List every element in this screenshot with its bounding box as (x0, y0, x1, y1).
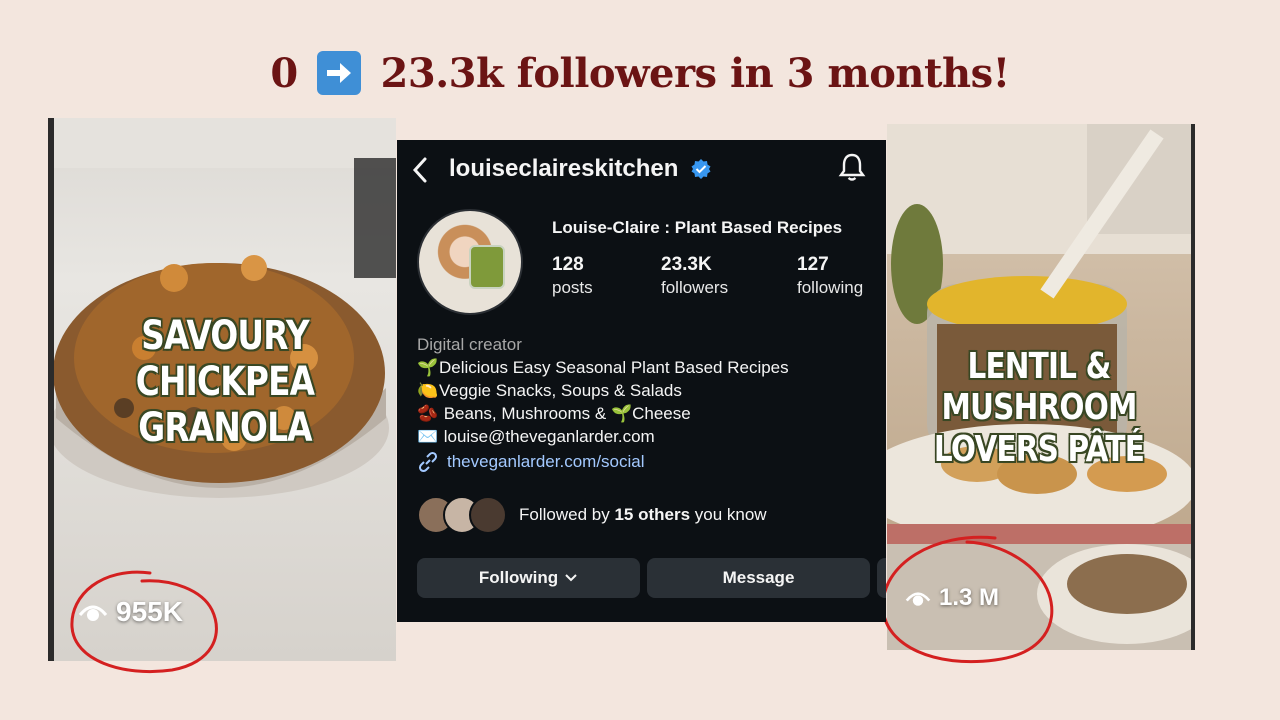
profile-handle: louiseclaireskitchen (449, 155, 679, 182)
verified-badge-icon (691, 159, 711, 179)
left-card-views: 955K (78, 596, 183, 628)
avatar (469, 496, 507, 534)
link-icon (418, 451, 438, 473)
profile-header: louiseclaireskitchen (397, 152, 886, 186)
beans-icon: 🫘 (417, 404, 439, 423)
following-button[interactable]: Following (417, 558, 640, 598)
bio-line: ✉️ louise@theveganlarder.com (417, 425, 789, 448)
stat-followers-label: followers (661, 278, 729, 297)
stat-followers-value: 23.3K (661, 254, 712, 275)
back-chevron-icon[interactable] (411, 156, 429, 184)
bio-email[interactable]: louise@theveganlarder.com (439, 427, 655, 446)
message-button-label: Message (722, 568, 795, 587)
followed-by-count: 15 others (614, 505, 691, 524)
left-card-title: SAVOURY CHICKPEA GRANOLA (85, 313, 365, 451)
bio-line-text: Veggie Snacks, Soups & Salads (439, 381, 682, 400)
right-card-title-line2: LOVERS PÂTÉ (933, 428, 1145, 470)
profile-link[interactable]: theveganlarder.com/social (417, 451, 645, 473)
mutual-follower-avatars (417, 496, 507, 534)
followed-by-text: Followed by 15 others you know (519, 505, 767, 525)
headline-prefix: 0 (270, 50, 298, 97)
envelope-icon: ✉️ (417, 427, 439, 446)
right-arrow-icon (317, 51, 362, 95)
left-card-title-line2: CHICKPEA GRANOLA (135, 359, 315, 451)
add-person-button[interactable] (877, 558, 886, 598)
right-card-title: LENTIL & MUSHROOM LOVERS PÂTÉ (914, 346, 1163, 470)
bell-icon[interactable] (838, 152, 866, 182)
following-button-label: Following (478, 568, 559, 587)
profile-avatar[interactable] (417, 209, 523, 315)
eye-icon (78, 605, 108, 621)
right-card-view-count: 1.3 M (939, 584, 1000, 611)
bio-line: 🍋Veggie Snacks, Soups & Salads (417, 379, 789, 402)
left-card-title-line1: SAVOURY (141, 313, 309, 359)
stat-following[interactable]: 127 following (797, 254, 863, 298)
followed-by-prefix: Followed by (519, 505, 615, 524)
headline: 0 23.3k followers in 3 months! (0, 50, 1280, 97)
bio-line-text: Delicious Easy Seasonal Plant Based Reci… (439, 358, 789, 377)
profile-category: Digital creator (417, 335, 522, 354)
headline-suffix: 23.3k followers in 3 months! (380, 50, 1011, 97)
profile-bio: Digital creator 🌱Delicious Easy Seasonal… (417, 333, 789, 448)
stat-posts[interactable]: 128 posts (552, 254, 593, 298)
eye-icon (905, 592, 931, 606)
stat-posts-value: 128 (552, 254, 584, 275)
bio-line-text: Beans, Mushrooms & 🌱Cheese (439, 404, 691, 423)
message-button[interactable]: Message (647, 558, 870, 598)
stat-following-value: 127 (797, 254, 829, 275)
followed-by-suffix: you know (690, 505, 767, 524)
instagram-profile-screenshot: louiseclaireskitchen Louise-Claire : Pla… (397, 140, 886, 622)
bio-line: 🫘 Beans, Mushrooms & 🌱Cheese (417, 402, 789, 425)
right-video-card[interactable]: LENTIL & MUSHROOM LOVERS PÂTÉ 1.3 M (887, 124, 1195, 650)
right-card-views: 1.3 M (905, 584, 999, 612)
left-card-view-count: 955K (116, 596, 183, 627)
right-card-title-line1: LENTIL & MUSHROOM (941, 346, 1137, 429)
left-video-card[interactable]: SAVOURY CHICKPEA GRANOLA 955K (48, 118, 396, 661)
followed-by-row[interactable]: Followed by 15 others you know (417, 496, 767, 534)
lemon-icon: 🍋 (417, 381, 439, 400)
stat-posts-label: posts (552, 278, 593, 297)
chevron-down-icon (565, 574, 577, 582)
profile-link-text[interactable]: theveganlarder.com/social (447, 452, 645, 472)
profile-display-name: Louise-Claire : Plant Based Recipes (552, 218, 843, 237)
seedling-icon: 🌱 (417, 358, 439, 377)
stat-followers[interactable]: 23.3K followers (661, 254, 728, 298)
bio-line: 🌱Delicious Easy Seasonal Plant Based Rec… (417, 356, 789, 379)
stat-following-label: following (797, 278, 864, 297)
